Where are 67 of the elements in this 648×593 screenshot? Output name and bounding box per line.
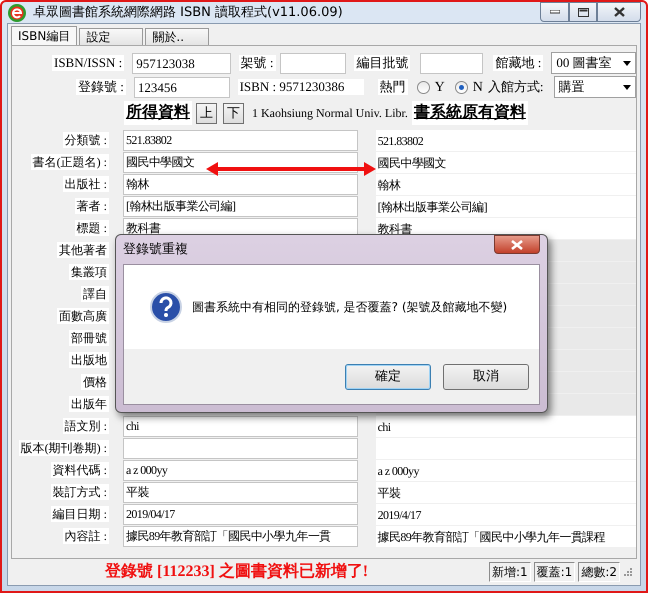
source-text: 1 Kaohsiung Normal Univ. Libr.: [251, 105, 409, 121]
status-counter: 覆蓋:1: [534, 562, 576, 582]
field-label: 入館方式:: [486, 79, 545, 95]
original-value: 521.83802: [376, 130, 636, 150]
field-label: 登錄號 :: [76, 79, 126, 95]
input-field[interactable]: 957123038: [132, 52, 231, 74]
original-value: chi: [376, 416, 636, 436]
field-label: 出版地: [69, 352, 109, 368]
dialog-button[interactable]: 取消: [443, 364, 529, 390]
field-label: 集叢項: [69, 264, 109, 280]
input-field[interactable]: 2019/04/17: [123, 504, 358, 524]
tab[interactable]: 關於..: [145, 28, 210, 45]
radio-button[interactable]: Y: [414, 76, 448, 98]
field-label: 書名(正題名) :: [30, 154, 109, 170]
field-label: 標題 :: [74, 220, 109, 236]
status-message: 登錄號 [112233] 之圖書資料已新增了!: [105, 561, 368, 582]
input-field[interactable]: 平裝: [123, 482, 358, 502]
original-value: a z 000yy: [376, 460, 636, 480]
original-value: 2019/4/17: [376, 504, 636, 524]
section-heading: 所得資料: [124, 101, 192, 125]
field-label: 部冊號: [69, 330, 109, 346]
field-label: 內容註 :: [62, 528, 109, 544]
original-value: [翰林出版事業公司編]: [376, 196, 636, 216]
radio-button[interactable]: N: [452, 76, 486, 98]
tab[interactable]: ISBN編目: [11, 26, 78, 45]
field-label: 出版年: [69, 396, 109, 412]
tab[interactable]: 設定: [79, 28, 144, 45]
dropdown[interactable]: 00 圖書室: [551, 52, 636, 74]
input-field[interactable]: 翰林: [123, 174, 358, 194]
input-field[interactable]: [翰林出版事業公司編]: [123, 196, 358, 216]
field-label: ISBN/ISSN :: [52, 55, 124, 71]
field-label: 編目日期 :: [50, 506, 109, 522]
field-label: 架號 :: [238, 55, 276, 71]
window-title: 卓眾圖書館系統網際網路 ISBN 讀取程式(v11.06.09): [33, 4, 343, 22]
section-heading: 書系統原有資料: [412, 101, 528, 125]
field-label: 裝訂方式 :: [50, 484, 109, 500]
field-label: 版本(期刊卷期) :: [18, 440, 109, 456]
input-field[interactable]: 123456: [134, 76, 230, 98]
dialog-message: 圖書系統中有相同的登錄號, 是否覆蓋? (架號及館藏地不變): [192, 299, 508, 316]
isbn-text: ISBN : 9571230386: [238, 79, 364, 95]
original-value: 據民89年教育部訂「國民中小學九年一貫課程: [376, 526, 636, 546]
field-label: 出版社 :: [62, 176, 109, 192]
input-field[interactable]: a z 000yy: [123, 460, 358, 480]
original-value: 平裝: [376, 482, 636, 502]
dialog-title: 登錄號重複: [123, 240, 188, 259]
field-label: 其他著者: [57, 242, 109, 258]
input-field[interactable]: chi: [123, 416, 358, 436]
field-label: 語文別 :: [62, 418, 109, 434]
status-counter: 新增:1: [488, 562, 531, 582]
dropdown[interactable]: 購置: [554, 76, 636, 98]
field-label: 分類號 :: [62, 132, 109, 148]
original-value: 國民中學國文: [376, 152, 636, 172]
field-label: 價格: [81, 374, 109, 390]
field-label: 著者 :: [74, 198, 109, 214]
dialog-button[interactable]: 確定: [345, 364, 431, 390]
field-label: 譯自: [81, 286, 109, 302]
nav-button[interactable]: 下: [223, 102, 244, 124]
status-counter: 總數:2: [578, 562, 620, 582]
nav-button[interactable]: 上: [196, 102, 217, 124]
input-field[interactable]: 521.83802: [123, 130, 358, 150]
field-label: 面數高廣: [57, 308, 109, 324]
input-field[interactable]: 據民89年教育部訂「國民中小學九年一貫: [123, 526, 358, 546]
original-value: 翰林: [376, 174, 636, 194]
field-label: 熱門: [378, 79, 408, 95]
field-label: 館藏地 :: [493, 55, 544, 71]
field-label: 資料代碼 :: [50, 462, 109, 478]
field-label: 編目批號: [354, 55, 410, 71]
